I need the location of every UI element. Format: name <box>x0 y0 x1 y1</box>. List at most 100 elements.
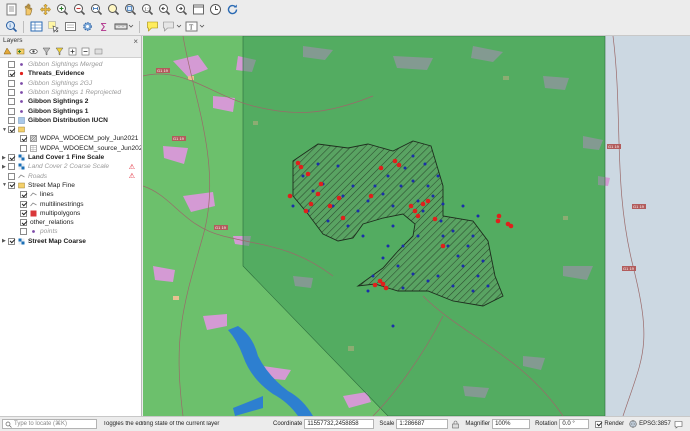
layer-visibility-checkbox[interactable] <box>8 61 15 68</box>
settings-gear-icon[interactable] <box>80 20 94 34</box>
layer-row[interactable]: WDPA_WDOECM_source_Jun2021 <box>0 144 141 153</box>
layer-visibility-checkbox[interactable] <box>8 116 15 124</box>
threat-point <box>303 208 309 214</box>
layer-row[interactable]: other_relations <box>0 218 141 227</box>
layer-visibility-checkbox[interactable] <box>8 98 15 106</box>
panel-close-icon[interactable]: × <box>133 37 138 46</box>
render-toggle[interactable]: Render <box>595 420 624 428</box>
layer-row[interactable]: Roads ⚠ <box>0 172 141 181</box>
layer-visibility-checkbox[interactable] <box>8 172 15 180</box>
road-label: G1 19 <box>172 136 186 141</box>
map-tips-icon[interactable] <box>145 20 159 34</box>
zoom-last-icon[interactable] <box>157 2 171 16</box>
manage-visibility-icon[interactable] <box>29 47 38 56</box>
map-render[interactable]: G1 19 G1 19 G1 19 G1 19 G1 19 G1 19 <box>143 36 690 416</box>
layer-warning-icon[interactable]: ⚠ <box>129 172 135 180</box>
svg-text:1:1: 1:1 <box>144 6 151 11</box>
remove-layer-icon[interactable] <box>94 47 103 56</box>
layer-visibility-checkbox[interactable] <box>8 107 15 115</box>
layer-row[interactable]: Gibbon Distribution IUCN <box>0 116 141 125</box>
render-checkbox[interactable] <box>595 420 603 428</box>
attribute-table-icon[interactable] <box>29 20 43 34</box>
threat-point <box>412 208 418 214</box>
temporal-controller-icon[interactable] <box>208 2 222 16</box>
layer-row[interactable]: points <box>0 227 141 236</box>
layer-row[interactable]: ▼ <box>0 125 141 134</box>
layer-visibility-checkbox[interactable] <box>8 126 15 134</box>
layer-visibility-checkbox[interactable] <box>20 135 27 143</box>
sighting-point <box>366 289 370 293</box>
zoom-next-icon[interactable] <box>174 2 188 16</box>
layer-visibility-checkbox[interactable] <box>8 163 15 171</box>
zoom-native-icon[interactable]: 1:1 <box>140 2 154 16</box>
measure-icon[interactable] <box>114 20 134 34</box>
layer-visibility-checkbox[interactable] <box>8 79 15 87</box>
collapse-all-icon[interactable] <box>81 47 90 56</box>
layer-label: Roads <box>28 172 48 180</box>
hand-pan-icon[interactable] <box>21 2 35 16</box>
layer-row[interactable]: ▶ Land Cover 1 Fine Scale <box>0 153 141 162</box>
zoom-full-icon[interactable] <box>89 2 103 16</box>
threat-point <box>432 216 438 222</box>
messages-icon[interactable] <box>674 420 683 429</box>
layer-row[interactable]: lines <box>0 190 141 199</box>
layer-row[interactable]: ▶ Land Cover 2 Coarse Scale ⚠ <box>0 162 141 171</box>
layer-visibility-checkbox[interactable] <box>8 154 15 161</box>
identify-icon[interactable]: i <box>4 20 18 34</box>
layer-row[interactable]: ▶ Street Map Coarse <box>0 237 141 246</box>
zoom-in-icon[interactable] <box>55 2 69 16</box>
deselect-icon[interactable] <box>63 20 77 34</box>
refresh-icon[interactable] <box>225 2 239 16</box>
pan-to-selection-icon[interactable] <box>38 2 52 16</box>
layer-visibility-checkbox[interactable] <box>20 200 27 208</box>
layer-visibility-checkbox[interactable] <box>8 181 15 189</box>
layer-label: WDPA_WDOECM_source_Jun2021 <box>40 144 141 152</box>
filter-by-expression-icon[interactable] <box>55 47 64 56</box>
layer-row[interactable]: Gibbon Sightings 1 Reprojected <box>0 88 141 97</box>
text-annotation-icon[interactable]: T <box>185 20 205 34</box>
magnifier-field[interactable]: 100% <box>492 419 531 429</box>
zoom-out-icon[interactable] <box>72 2 86 16</box>
scale-field[interactable]: 1:286687 <box>396 419 449 429</box>
layer-row[interactable]: Gibbon Sightings 2GJ <box>0 79 141 88</box>
new-project-icon[interactable] <box>4 2 18 16</box>
layer-symbol-icon <box>18 173 25 180</box>
layer-visibility-checkbox[interactable] <box>20 219 27 227</box>
coordinate-field[interactable]: 11557732,2458858 <box>304 419 375 429</box>
layer-row[interactable]: Gibbon Sightings Merged <box>0 60 141 69</box>
layer-visibility-checkbox[interactable] <box>20 144 27 152</box>
layer-row[interactable]: Threats_Evidence <box>0 69 141 78</box>
add-group-icon[interactable] <box>16 47 25 56</box>
sighting-point <box>311 189 315 193</box>
sighting-point <box>381 192 385 196</box>
layer-visibility-checkbox[interactable] <box>20 209 27 217</box>
map-canvas[interactable]: G1 19 G1 19 G1 19 G1 19 G1 19 G1 19 <box>143 36 690 416</box>
zoom-to-layer-icon[interactable] <box>123 2 137 16</box>
layer-row[interactable]: WDPA_WDOECM_poly_Jun2021 <box>0 134 141 143</box>
layer-visibility-checkbox[interactable] <box>20 191 27 199</box>
rotation-field[interactable]: 0.0 ° <box>559 419 590 429</box>
layer-row[interactable]: ▼ Street Map Fine <box>0 181 141 190</box>
select-features-icon[interactable] <box>46 20 60 34</box>
layer-visibility-checkbox[interactable] <box>8 70 15 78</box>
style-manager-icon[interactable] <box>3 47 12 56</box>
layer-symbol-icon <box>18 80 25 87</box>
zoom-to-selection-icon[interactable] <box>106 2 120 16</box>
layer-warning-icon[interactable]: ⚠ <box>129 163 135 171</box>
lock-scale-icon[interactable] <box>451 420 460 429</box>
threat-point <box>377 278 383 284</box>
layer-row[interactable]: Gibbon Sightings 1 <box>0 107 141 116</box>
expand-all-icon[interactable] <box>68 47 77 56</box>
layer-visibility-checkbox[interactable] <box>8 88 15 96</box>
layer-row[interactable]: multilinestrings <box>0 200 141 209</box>
layer-visibility-checkbox[interactable] <box>8 237 15 245</box>
crs-button[interactable]: EPSG:3857 <box>629 420 671 428</box>
statistics-sum-icon[interactable]: Σ <box>97 20 111 34</box>
filter-legend-icon[interactable] <box>42 47 51 56</box>
layer-row[interactable]: Gibbon Sightings 2 <box>0 97 141 106</box>
layer-row[interactable]: multipolygons <box>0 209 141 218</box>
locate-bar[interactable]: Type to locate (⌘K) <box>2 419 97 429</box>
layer-visibility-checkbox[interactable] <box>20 228 27 236</box>
annotation-icon[interactable] <box>162 20 182 34</box>
new-map-view-icon[interactable] <box>191 2 205 16</box>
